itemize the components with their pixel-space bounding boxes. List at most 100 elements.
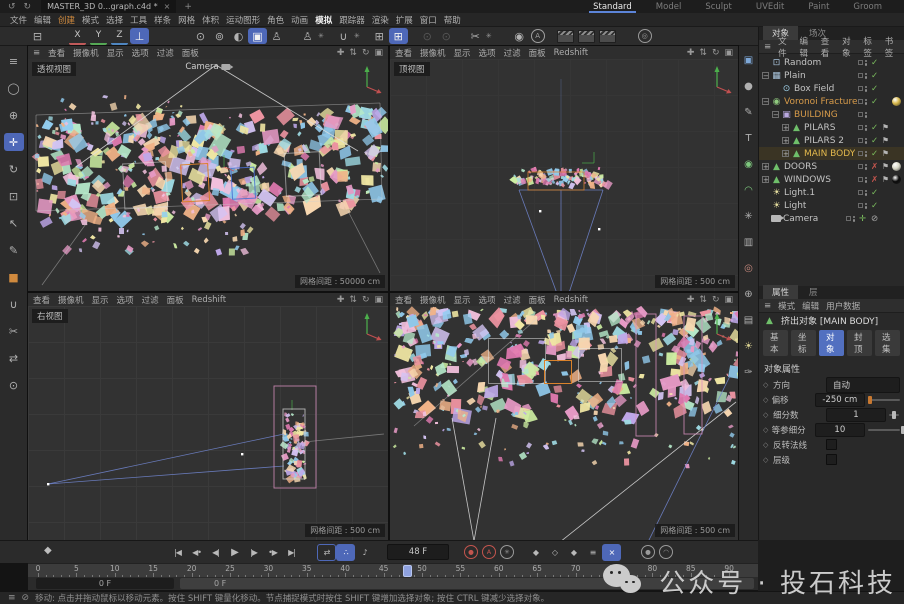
bend-deformer-icon[interactable]: ◠ — [741, 182, 757, 198]
maximize-view-icon[interactable]: ▣ — [374, 295, 383, 305]
viewport-perspective[interactable]: ≡查看摄像机显示选项过滤面板✚⇅↻▣透视视图Camera网格间距 : 50000… — [28, 46, 388, 291]
viewport-top[interactable]: 查看摄像机显示选项过滤面板Redshift✚⇅↻▣顶视图网格间距 : 500 c… — [390, 46, 738, 291]
viewport-right-view[interactable]: 查看摄像机显示选项过滤面板Redshift✚⇅↻▣右视图网格间距 : 500 c… — [28, 293, 388, 540]
cube-display-toggle[interactable]: ▣ — [248, 28, 267, 44]
viewport-menu-查看[interactable]: 查看 — [48, 47, 65, 59]
status-menu-icon[interactable]: ≡ — [8, 593, 16, 603]
layer-square-icon[interactable] — [858, 86, 863, 91]
menu-渲染[interactable]: 渲染 — [372, 14, 389, 26]
loop-mode-button[interactable]: ⇄ — [317, 544, 336, 561]
material-swatch[interactable] — [892, 175, 901, 184]
tag-flag-icon[interactable]: ⚑ — [881, 175, 890, 184]
viewport-menu-过滤[interactable]: 过滤 — [504, 47, 521, 59]
viewport-menu-摄像机[interactable]: 摄像机 — [58, 294, 84, 306]
character-tool[interactable]: ♙✳ — [298, 28, 324, 44]
viewport-menu-选项[interactable]: 选项 — [132, 47, 149, 59]
menu-网格[interactable]: 网格 — [178, 14, 195, 26]
viewport-menu-Redshift[interactable]: Redshift — [192, 295, 227, 305]
object-state-icon[interactable]: ✓ — [869, 201, 880, 211]
new-tab-icon[interactable]: + — [184, 2, 192, 12]
render-view-button[interactable] — [557, 30, 574, 43]
gear-icon[interactable]: ✳ — [741, 208, 757, 224]
layout-tab-paint[interactable]: Paint — [796, 0, 841, 13]
color-swatch[interactable]: ■ — [4, 268, 24, 286]
key-diamond-icon[interactable]: ◇ — [763, 426, 769, 434]
layer-square-icon[interactable] — [858, 190, 863, 195]
window-layout-icon[interactable]: ⊟ — [28, 28, 47, 44]
record-keyframe-button[interactable]: ● — [464, 545, 478, 559]
next-frame-button[interactable]: |▶ — [244, 544, 263, 561]
object-row-building[interactable]: −▣BUILDING — [759, 108, 904, 121]
document-tab[interactable]: MASTER_3D 0...graph.c4d * × — [41, 0, 176, 13]
object-state-icon[interactable]: ✓ — [869, 58, 880, 68]
range-start-field[interactable]: 0 F — [36, 578, 174, 589]
tab-attributes[interactable]: 属性 — [763, 285, 798, 299]
attr-tab-坐标[interactable]: 坐标 — [791, 330, 816, 356]
rotate-view-icon[interactable]: ↻ — [712, 295, 720, 305]
tag-flag-icon[interactable]: ⚑ — [881, 136, 890, 145]
undo-icon[interactable]: ↺ — [8, 2, 16, 12]
tree-toggle-icon[interactable]: + — [782, 150, 789, 157]
tree-toggle-icon[interactable]: − — [762, 72, 769, 79]
viewport-menu-Redshift[interactable]: Redshift — [554, 48, 589, 58]
key-scale-toggle[interactable]: ◇ — [545, 544, 564, 561]
viewport-hamburger-icon[interactable]: ≡ — [33, 48, 40, 58]
menu-文件[interactable]: 文件 — [10, 14, 27, 26]
object-row-light-1[interactable]: ☀Light.1✓ — [759, 186, 904, 199]
maximize-view-icon[interactable]: ▣ — [724, 295, 733, 305]
preview-button[interactable]: ◠ — [659, 545, 673, 559]
attr-stepper[interactable] — [868, 399, 900, 401]
key-rotation-toggle[interactable]: ◆ — [564, 544, 583, 561]
axis-lock-z[interactable]: Z — [111, 28, 128, 45]
camera-create-icon[interactable]: ▤ — [741, 312, 757, 328]
text-tool-icon[interactable]: T — [741, 130, 757, 146]
attr-tab-封顶[interactable]: 封顶 — [847, 330, 872, 356]
visibility-dots-icon[interactable] — [865, 203, 868, 209]
solo-button[interactable]: ● — [641, 545, 655, 559]
layer-square-icon[interactable] — [858, 60, 863, 65]
attr-tab-对象[interactable]: 对象 — [819, 330, 844, 356]
object-state-icon[interactable]: ✗ — [869, 162, 880, 172]
viewport-menu-过滤[interactable]: 过滤 — [157, 47, 174, 59]
visibility-dots-icon[interactable] — [865, 60, 868, 66]
object-state-icon[interactable]: ✓ — [869, 97, 880, 107]
layer-square-icon[interactable] — [858, 99, 863, 104]
layer-square-icon[interactable] — [858, 125, 863, 130]
object-state-icon[interactable]: ✓ — [869, 84, 880, 94]
object-row-voronoi-fracture[interactable]: −◉Voronoi Fracture✓ — [759, 95, 904, 108]
visibility-dots-icon[interactable] — [865, 125, 868, 131]
autokey-button[interactable]: A — [482, 545, 496, 559]
magnet-tool[interactable]: ∪ — [4, 295, 24, 313]
layer-square-icon[interactable] — [858, 151, 863, 156]
measure-tool[interactable]: ⊙ — [4, 376, 24, 394]
menu-模式[interactable]: 模式 — [82, 14, 99, 26]
object-row-box-field[interactable]: ⊙Box Field✓ — [759, 82, 904, 95]
close-icon[interactable]: × — [164, 2, 171, 11]
visibility-dots-icon[interactable] — [865, 99, 868, 105]
goto-end-button[interactable]: ▶| — [282, 544, 301, 561]
viewport-menu-选项[interactable]: 选项 — [117, 294, 134, 306]
menu-样条[interactable]: 样条 — [154, 14, 171, 26]
rotate-view-icon[interactable]: ↻ — [362, 48, 370, 58]
move-tool[interactable]: ✛ — [4, 133, 24, 151]
key-diamond-icon[interactable]: ◇ — [763, 381, 770, 389]
visibility-dots-icon[interactable] — [865, 177, 868, 183]
pen-tool[interactable]: ✎ — [4, 241, 24, 259]
tag-flag-icon[interactable]: ⚑ — [881, 149, 890, 158]
render-queue-button[interactable] — [578, 30, 595, 43]
cut-tool[interactable]: ✂✳ — [466, 28, 492, 44]
object-state-icon[interactable]: ✓ — [869, 123, 880, 133]
pan-view-icon[interactable]: ✚ — [337, 295, 345, 305]
visibility-dots-icon[interactable] — [853, 216, 856, 222]
tab-layers[interactable]: 层 — [800, 285, 827, 299]
tree-toggle-icon[interactable]: − — [762, 98, 769, 105]
disabled-circle-icon-1[interactable]: ⊙ — [418, 28, 437, 44]
layout-tab-uvedit[interactable]: UVEdit — [744, 0, 797, 13]
menu-窗口[interactable]: 窗口 — [420, 14, 437, 26]
axis-lock-x[interactable]: X — [69, 28, 86, 45]
layout-tab-model[interactable]: Model — [644, 0, 694, 13]
rotate-tool[interactable]: ↻ — [4, 160, 24, 178]
rotate-view-icon[interactable]: ↻ — [362, 295, 370, 305]
viewport-menu-Redshift[interactable]: Redshift — [554, 295, 589, 305]
viewport-menu-显示[interactable]: 显示 — [107, 47, 124, 59]
